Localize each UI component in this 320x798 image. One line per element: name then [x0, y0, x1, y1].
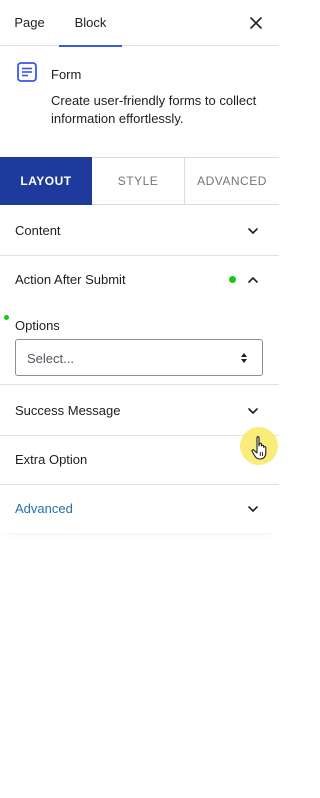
section-title: Extra Option	[15, 452, 88, 467]
panel-tabs: LAYOUT STYLE ADVANCED	[0, 157, 279, 205]
status-dot	[229, 276, 236, 283]
section-content: Content	[0, 206, 279, 256]
section-advanced-header[interactable]: Advanced	[0, 484, 279, 533]
options-label: Options	[15, 318, 60, 333]
chevron-up-icon	[248, 277, 258, 283]
tab-block[interactable]: Block	[59, 0, 122, 47]
chevron-down-icon	[248, 506, 258, 512]
section-extra-option: Extra Option	[0, 435, 279, 485]
chevron-down-icon	[248, 228, 258, 234]
block-description: Create user-friendly forms to collect in…	[51, 93, 257, 126]
close-icon	[250, 17, 262, 29]
tab-layout[interactable]: LAYOUT	[0, 157, 92, 205]
close-button[interactable]	[247, 14, 265, 32]
select-value: Select...	[27, 351, 74, 366]
section-extra-option-header[interactable]: Extra Option	[0, 435, 279, 484]
sidebar-tabs: Page Block	[0, 0, 279, 47]
form-icon	[16, 61, 38, 83]
section-content-header[interactable]: Content	[0, 206, 279, 255]
section-title: Advanced	[15, 501, 73, 516]
tab-style[interactable]: STYLE	[92, 158, 185, 204]
section-title: Action After Submit	[15, 272, 126, 287]
status-dot	[4, 315, 9, 320]
section-success-message-header[interactable]: Success Message	[0, 386, 279, 435]
section-title: Content	[15, 223, 61, 238]
select-arrows-icon	[241, 353, 247, 363]
section-action-after-submit-header[interactable]: Action After Submit	[0, 255, 279, 304]
hand-cursor-icon	[251, 436, 267, 460]
block-title: Form	[51, 67, 82, 82]
section-success-message: Success Message	[0, 386, 279, 436]
block-card: Form Create user-friendly forms to colle…	[0, 47, 279, 157]
section-advanced: Advanced	[0, 484, 279, 533]
tab-page[interactable]: Page	[0, 0, 59, 46]
section-title: Success Message	[15, 403, 121, 418]
section-action-after-submit: Action After Submit Options Select...	[0, 255, 279, 385]
tab-advanced[interactable]: ADVANCED	[185, 158, 279, 204]
options-select[interactable]: Select...	[15, 339, 263, 376]
chevron-down-icon	[248, 408, 258, 414]
